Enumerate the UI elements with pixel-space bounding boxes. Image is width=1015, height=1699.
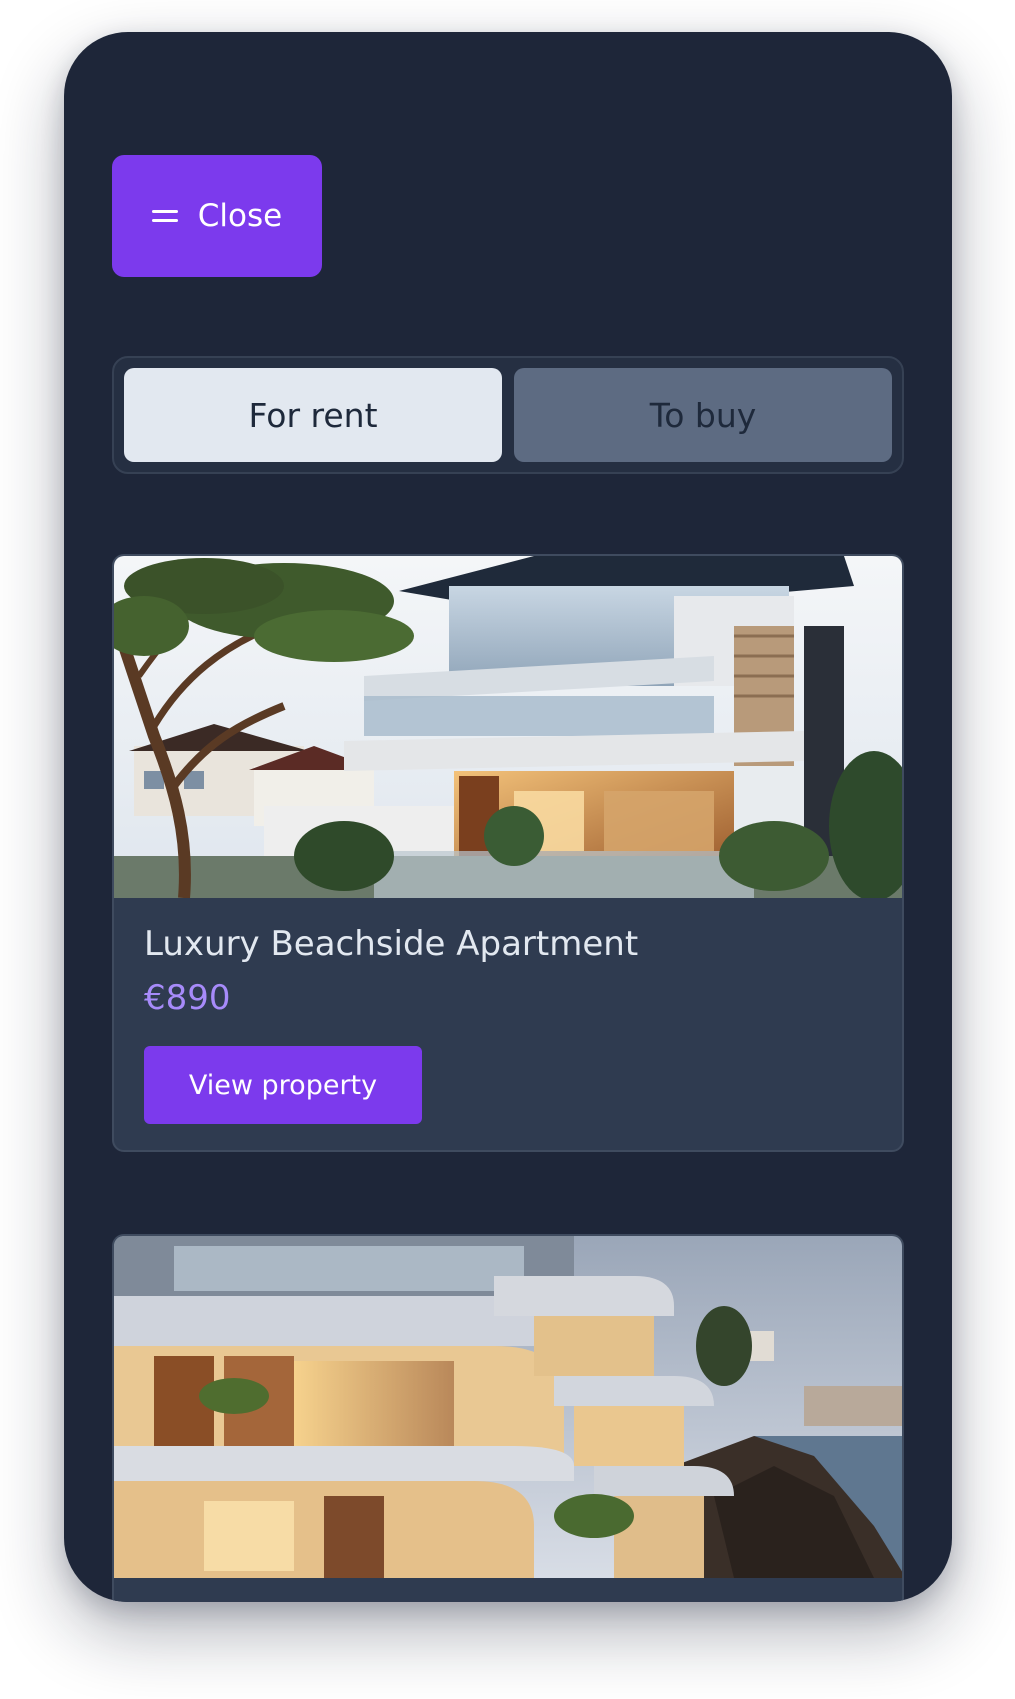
- hamburger-icon: [151, 207, 178, 225]
- property-card: [112, 1234, 904, 1602]
- listing-type-toggle: For rent To buy: [112, 356, 904, 474]
- property-price: €890: [144, 978, 231, 1018]
- property-title: Luxury Beachside Apartment: [144, 924, 639, 964]
- close-menu-label: Close: [197, 198, 283, 234]
- tab-for-rent[interactable]: For rent: [124, 368, 502, 462]
- property-card: Luxury Beachside Apartment €890 View pro…: [112, 554, 904, 1152]
- property-photo: [114, 1236, 902, 1578]
- phone-frame: Close For rent To buy Luxury Beachside A…: [64, 32, 952, 1602]
- property-photo: [114, 556, 902, 898]
- view-property-button[interactable]: View property: [144, 1046, 422, 1124]
- tab-to-buy[interactable]: To buy: [514, 368, 892, 462]
- close-menu-button[interactable]: Close: [112, 155, 322, 277]
